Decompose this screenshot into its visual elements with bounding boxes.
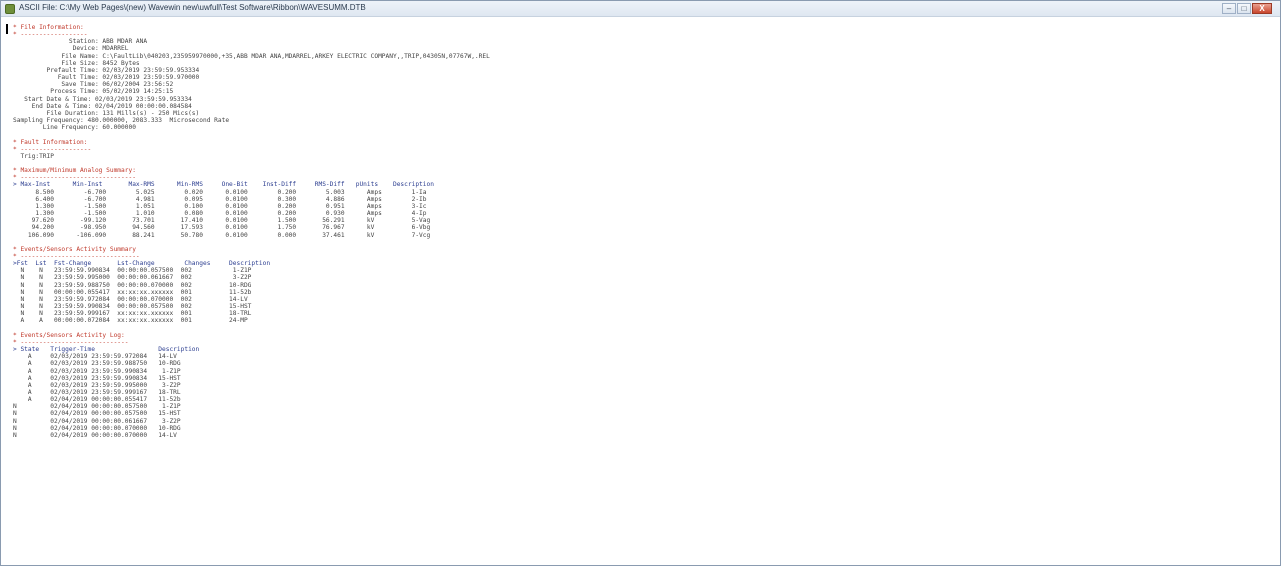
text-line: A A 00:00:00.072084 xx:xx:xx.xxxxxx 001 … <box>13 317 248 325</box>
window-title: ASCII File: C:\My Web Pages\(new) Wavewi… <box>19 3 366 12</box>
text-line: N N 23:59:59.995000 00:00:00.061667 002 … <box>13 274 252 282</box>
text-line: N N 23:59:59.972084 00:00:00.070000 002 … <box>13 295 248 303</box>
text-line: N N 23:59:59.988750 00:00:00.070000 002 … <box>13 281 252 289</box>
ascii-text: * File Information: * ------------------… <box>13 24 490 439</box>
text-line: File Size: 8452 Bytes <box>13 59 140 67</box>
text-line: > Max-Inst Min-Inst Max-RMS Min-RMS One-… <box>13 181 434 189</box>
text-line: N 02/04/2019 00:00:00.061667 3-Z2P <box>13 417 181 425</box>
minimize-icon[interactable]: – <box>1222 3 1236 14</box>
text-line: A 02/03/2019 23:59:59.972084 14-LV <box>13 353 177 361</box>
text-line: Start Date & Time: 02/03/2019 23:59:59.9… <box>13 95 192 103</box>
maximize-icon[interactable]: □ <box>1237 3 1251 14</box>
text-line: Prefault Time: 02/03/2019 23:59:59.95333… <box>13 66 200 74</box>
text-line: A 02/03/2019 23:59:59.995000 3-Z2P <box>13 381 181 389</box>
text-line: * ------------------------------- <box>13 174 136 182</box>
document-view[interactable]: * File Information: * ------------------… <box>1 18 1280 565</box>
text-line: End Date & Time: 02/04/2019 00:00:00.084… <box>13 102 192 110</box>
text-line: 8.500 -6.700 5.025 0.020 0.0100 0.200 5.… <box>13 188 427 196</box>
text-line: A 02/03/2019 23:59:59.999167 18-TRL <box>13 388 181 396</box>
text-line: A 02/04/2019 00:00:00.055417 11-52b <box>13 396 181 404</box>
text-line: A 02/03/2019 23:59:59.988750 10-RDG <box>13 360 181 368</box>
text-line: A 02/03/2019 23:59:59.990834 15-HST <box>13 374 181 382</box>
text-line: Process Time: 05/02/2019 14:25:15 <box>13 88 174 96</box>
text-line: * Events/Sensors Activity Log: <box>13 331 125 339</box>
text-line: * Maximum/Minimum Analog Summary: <box>13 167 136 175</box>
text-line: N N 00:00:00.055417 xx:xx:xx.xxxxxx 001 … <box>13 288 252 296</box>
text-line: * ------------------- <box>13 145 92 153</box>
text-line: 106.090 -106.090 88.241 50.780 0.0100 0.… <box>13 231 431 239</box>
text-line: >Fst Lst Fst-Change Lst-Change Changes D… <box>13 260 271 268</box>
text-line: File Name: C:\FaultLib\040203,2359599700… <box>13 52 490 60</box>
text-line: 97.620 -99.120 73.701 17.410 0.0100 1.50… <box>13 217 431 225</box>
text-line: 6.400 -6.700 4.981 0.095 0.0100 0.300 4.… <box>13 195 427 203</box>
text-line: File Duration: 131 Mills(s) - 250 Mics(s… <box>13 109 200 117</box>
title-bar[interactable]: ASCII File: C:\My Web Pages\(new) Wavewi… <box>1 1 1280 17</box>
text-line: * ----------------------------- <box>13 338 129 346</box>
text-cursor <box>6 24 8 34</box>
text-line: Device: MDARREL <box>13 45 129 53</box>
text-line: Station: ABB MDAR ANA <box>13 38 148 46</box>
window-controls: – □ X <box>1221 3 1272 15</box>
text-line: > State Trigger-Time Description <box>13 346 200 354</box>
text-line: N N 23:59:59.990834 00:00:00.057500 002 … <box>13 303 252 311</box>
text-line: N N 23:59:59.990834 00:00:00.057500 002 … <box>13 267 252 275</box>
text-line: * Fault Information: <box>13 138 88 146</box>
text-line: Save Time: 06/02/2004 23:56:52 <box>13 81 174 89</box>
text-line: Trig:TRIP <box>13 152 54 160</box>
text-line: 1.300 -1.500 1.051 0.100 0.0100 0.200 0.… <box>13 202 427 210</box>
text-line: Sampling Frequency: 480.000000, 2083.333… <box>13 117 230 125</box>
text-line: Line Frequency: 60.000000 <box>13 124 136 132</box>
text-line: N 02/04/2019 00:00:00.057500 1-Z1P <box>13 403 181 411</box>
text-line: N 02/04/2019 00:00:00.070000 10-RDG <box>13 424 181 432</box>
app-icon <box>5 4 15 14</box>
text-line: * Events/Sensors Activity Summary <box>13 245 136 253</box>
text-line: * -------------------------------- <box>13 253 140 260</box>
text-line: 94.200 -98.950 94.560 17.593 0.0100 1.75… <box>13 224 431 232</box>
ascii-file-window: ASCII File: C:\My Web Pages\(new) Wavewi… <box>0 0 1281 566</box>
text-line: 1.300 -1.500 1.010 0.080 0.0100 0.200 0.… <box>13 210 427 218</box>
text-line: N 02/04/2019 00:00:00.070000 14-LV <box>13 431 177 439</box>
text-line: A 02/03/2019 23:59:59.990834 1-Z1P <box>13 367 181 375</box>
text-line: Fault Time: 02/03/2019 23:59:59.970000 <box>13 74 200 82</box>
text-line: * File Information: <box>13 24 84 31</box>
close-icon[interactable]: X <box>1252 3 1272 14</box>
text-line: N 02/04/2019 00:00:00.057500 15-HST <box>13 410 181 418</box>
text-line: N N 23:59:59.999167 xx:xx:xx.xxxxxx 001 … <box>13 310 252 318</box>
text-line: * ------------------ <box>13 31 88 39</box>
